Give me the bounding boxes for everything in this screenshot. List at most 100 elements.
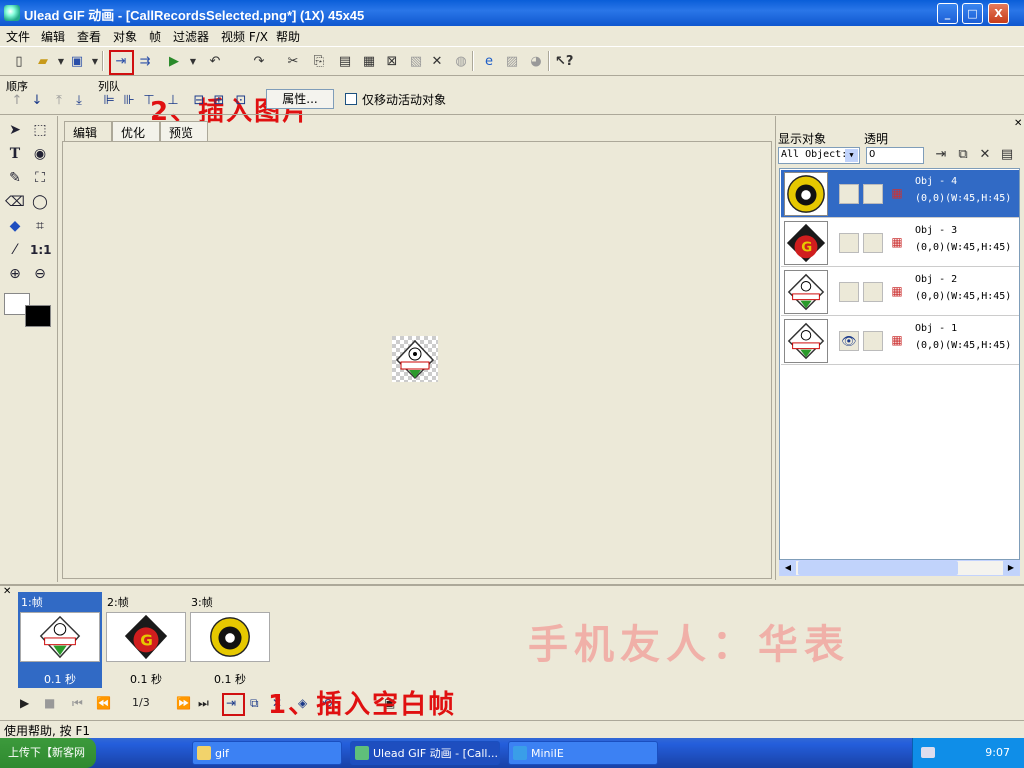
palette-icon[interactable]: ▦ xyxy=(887,233,907,253)
brush-tool-icon[interactable]: ✎ xyxy=(5,168,25,188)
marquee-tool-icon[interactable]: ⬚ xyxy=(30,120,50,140)
lasso-select-icon[interactable]: ⛶ xyxy=(30,168,50,188)
eye-cell[interactable] xyxy=(839,184,859,204)
zoom-out-icon[interactable]: ⊖ xyxy=(30,264,50,284)
play-icon[interactable]: ▶ xyxy=(20,696,29,710)
taskbar-item-miniie[interactable]: MiniIE xyxy=(508,741,658,765)
center-both-icon[interactable]: ⊡ xyxy=(232,92,250,110)
object-row[interactable]: G ▦ Obj - 3 (0,0)(W:45,H:45) xyxy=(781,219,1019,267)
palette-icon[interactable]: ▦ xyxy=(887,184,907,204)
context-help-icon[interactable]: ↖? xyxy=(555,53,573,71)
eraser-tool-icon[interactable]: ⌫ xyxy=(5,192,25,212)
palette-icon[interactable]: ▦ xyxy=(887,282,907,302)
redo-icon[interactable]: ↷ xyxy=(250,53,268,71)
lock-cell[interactable] xyxy=(863,331,883,351)
lock-cell[interactable] xyxy=(863,184,883,204)
start-button[interactable]: 上传下【新客网 WWW.XKER.COM】 xyxy=(0,738,96,768)
zoom-in-icon[interactable]: ⊕ xyxy=(5,264,25,284)
insert-object-icon[interactable]: ⇉ xyxy=(136,53,154,71)
insert-video-icon[interactable]: ▶ xyxy=(165,53,183,71)
menu-help[interactable]: 帮助 xyxy=(276,28,300,45)
palette-icon[interactable]: ▦ xyxy=(887,331,907,351)
menu-frame[interactable]: 帧 xyxy=(149,28,161,45)
fill-tool-icon[interactable]: ◆ xyxy=(5,216,25,236)
eye-cell[interactable] xyxy=(839,282,859,302)
lasso-tool-icon[interactable]: ◯ xyxy=(30,192,50,212)
text-tool-icon[interactable]: T xyxy=(5,144,25,164)
menu-edit[interactable]: 编辑 xyxy=(41,28,65,45)
copy-icon[interactable]: ⎘ xyxy=(310,53,328,71)
menu-filter[interactable]: 过滤器 xyxy=(173,28,209,45)
send-back-icon[interactable]: ⤓ xyxy=(70,92,88,110)
duplicate-frame-icon[interactable]: ⧉ xyxy=(250,696,259,711)
bring-front-icon[interactable]: ⤒ xyxy=(50,92,68,110)
save-icon[interactable]: ▣ xyxy=(68,53,86,71)
delete-object-icon[interactable]: ✕ xyxy=(428,53,446,71)
move-only-checkbox[interactable] xyxy=(345,93,357,105)
object-list-scrollbar[interactable]: ◀ ▶ xyxy=(779,560,1020,576)
frame-item[interactable]: 2:帧 G 0.1 秒 xyxy=(104,592,188,688)
eye-icon[interactable]: 👁 xyxy=(839,331,859,351)
pointer-tool-icon[interactable]: ➤ xyxy=(5,120,25,140)
align-right-icon[interactable]: ⊪ xyxy=(120,92,138,110)
actual-size-icon[interactable]: 1:1 xyxy=(30,240,52,260)
bring-forward-icon[interactable]: ↑ xyxy=(8,92,26,110)
menu-file[interactable]: 文件 xyxy=(6,28,30,45)
new-file-icon[interactable]: ▯ xyxy=(10,53,28,71)
close-button[interactable]: X xyxy=(988,3,1009,24)
show-objects-select[interactable]: All Object: ▼ xyxy=(778,147,860,164)
lock-cell[interactable] xyxy=(863,282,883,302)
send-backward-icon[interactable]: ↓ xyxy=(28,92,46,110)
properties-button[interactable]: 属性... xyxy=(266,89,334,109)
transform-tool-icon[interactable]: ◉ xyxy=(30,144,50,164)
optimize-icon[interactable]: ▨ xyxy=(503,53,521,71)
frame-item[interactable]: 3:帧 0.1 秒 xyxy=(188,592,272,688)
align-top-icon[interactable]: ⊤ xyxy=(140,92,158,110)
last-frame-icon[interactable]: ⏭ xyxy=(198,696,209,711)
tab-optimize[interactable]: 优化 xyxy=(112,121,160,141)
lock-cell[interactable] xyxy=(863,233,883,253)
stop-icon[interactable]: ■ xyxy=(44,696,55,710)
align-left-icon[interactable]: ⊫ xyxy=(100,92,118,110)
browser-preview-icon[interactable]: e xyxy=(480,53,498,71)
tab-preview[interactable]: 预览 xyxy=(160,121,208,141)
scroll-thumb[interactable] xyxy=(798,561,958,575)
wizard-icon[interactable]: ◕ xyxy=(527,53,545,71)
insert-object-small-icon[interactable]: ⇥ xyxy=(932,146,950,164)
align-bottom-icon[interactable]: ⊥ xyxy=(164,92,182,110)
canvas-image[interactable] xyxy=(392,336,438,382)
keyboard-icon[interactable] xyxy=(921,747,935,758)
panel-close-icon[interactable]: ✕ xyxy=(1014,118,1022,129)
undo-icon[interactable]: ↶ xyxy=(206,53,224,71)
minimize-button[interactable]: _ xyxy=(937,3,958,24)
object-properties-icon[interactable]: ▤ xyxy=(998,146,1016,164)
menu-object[interactable]: 对象 xyxy=(113,28,137,45)
paste-icon[interactable]: ▤ xyxy=(336,53,354,71)
select-dropdown-icon[interactable]: ▼ xyxy=(845,149,858,162)
menu-video-fx[interactable]: 视频 F/X xyxy=(221,28,268,45)
center-v-icon[interactable]: ⊞ xyxy=(210,92,228,110)
delete-frame-icon[interactable]: ⊠ xyxy=(383,53,401,71)
frame-item[interactable]: 1:帧 0.1 秒 xyxy=(18,592,102,688)
eye-cell[interactable] xyxy=(839,233,859,253)
background-color-swatch[interactable] xyxy=(25,305,51,327)
crop-tool-icon[interactable]: ⌗ xyxy=(30,216,50,236)
opacity-input[interactable]: 0 xyxy=(866,147,924,164)
paste-special-icon[interactable]: ▦ xyxy=(360,53,378,71)
first-frame-icon[interactable]: ⏮ xyxy=(72,696,83,711)
taskbar-item-gif[interactable]: gif xyxy=(192,741,342,765)
frame-panel-close-icon[interactable]: ✕ xyxy=(3,586,11,597)
next-frame-icon[interactable]: ⏩ xyxy=(176,696,191,710)
maximize-button[interactable]: □ xyxy=(962,3,983,24)
scroll-right-icon[interactable]: ▶ xyxy=(1003,561,1019,575)
copy-object-icon[interactable]: ▧ xyxy=(407,53,425,71)
insert-dropdown-icon[interactable]: ▼ xyxy=(184,53,202,71)
object-row[interactable]: ▦ Obj - 4 (0,0)(W:45,H:45) xyxy=(781,170,1019,218)
scroll-left-icon[interactable]: ◀ xyxy=(780,561,796,575)
prev-frame-icon[interactable]: ⏪ xyxy=(96,696,111,710)
eyedropper-tool-icon[interactable]: ⁄ xyxy=(5,240,25,260)
tab-edit[interactable]: 编辑 xyxy=(64,121,112,142)
object-row[interactable]: 👁 ▦ Obj - 1 (0,0)(W:45,H:45) xyxy=(781,317,1019,365)
taskbar-item-ulead[interactable]: Ulead GIF 动画 - [Call... xyxy=(350,741,500,765)
menu-view[interactable]: 查看 xyxy=(77,28,101,45)
